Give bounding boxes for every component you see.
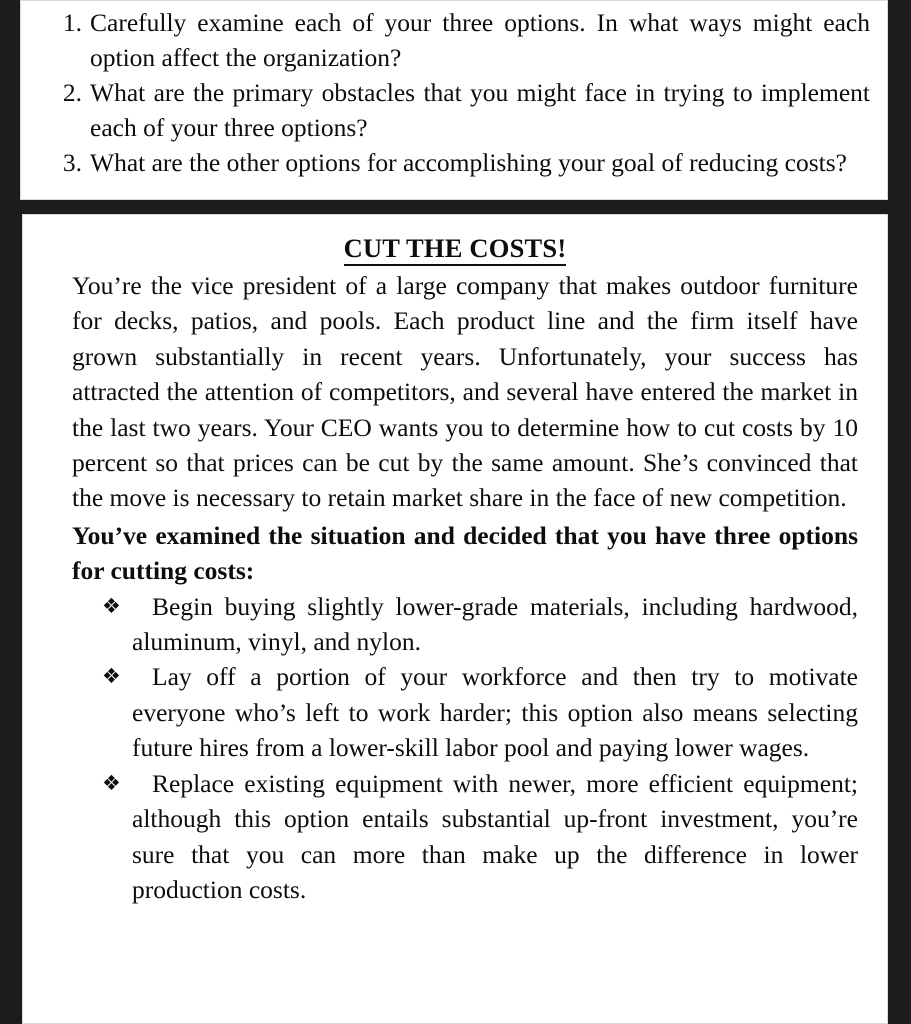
list-item: ❖ Begin buying slightly lower-grade mate… [44, 589, 866, 660]
list-item: ❖ Replace existing equipment with newer,… [44, 766, 866, 908]
list-item: 3. What are the other options for accomp… [38, 146, 870, 181]
diamond-bullet-icon: ❖ [102, 770, 121, 795]
list-item-text: Begin buying slightly lower-grade materi… [132, 591, 858, 657]
diamond-bullet-icon: ❖ [102, 593, 121, 618]
diamond-bullet-icon: ❖ [102, 664, 121, 689]
list-item: 2. What are the primary obstacles that y… [38, 76, 870, 145]
case-study-paragraph: You’re the vice president of a large com… [72, 271, 858, 513]
list-item-number: 1. [62, 8, 82, 37]
list-item-number: 3. [62, 148, 82, 177]
case-study-title: CUT THE COSTS! [44, 232, 866, 266]
list-item-text: Replace existing equipment with newer, m… [132, 768, 858, 904]
list-item-number: 2. [62, 78, 82, 107]
discussion-questions-list: 1. Carefully examine each of your three … [38, 6, 870, 181]
page-panel-top: 1. Carefully examine each of your three … [20, 0, 888, 200]
cost-cutting-options-list: ❖ Begin buying slightly lower-grade mate… [44, 589, 866, 908]
case-study-lead-in: You’ve examined the situation and decide… [72, 520, 858, 586]
list-item-text: What are the primary obstacles that you … [90, 78, 870, 142]
list-item: ❖ Lay off a portion of your workforce an… [44, 659, 866, 765]
case-study-title-text: CUT THE COSTS! [343, 233, 567, 266]
page-panel-main: CUT THE COSTS! You’re the vice president… [22, 214, 888, 1024]
list-item-text: Lay off a portion of your workforce and … [132, 662, 858, 763]
list-item: 1. Carefully examine each of your three … [38, 6, 870, 75]
list-item-text: What are the other options for accomplis… [90, 148, 847, 177]
list-item-text: Carefully examine each of your three opt… [90, 8, 870, 72]
